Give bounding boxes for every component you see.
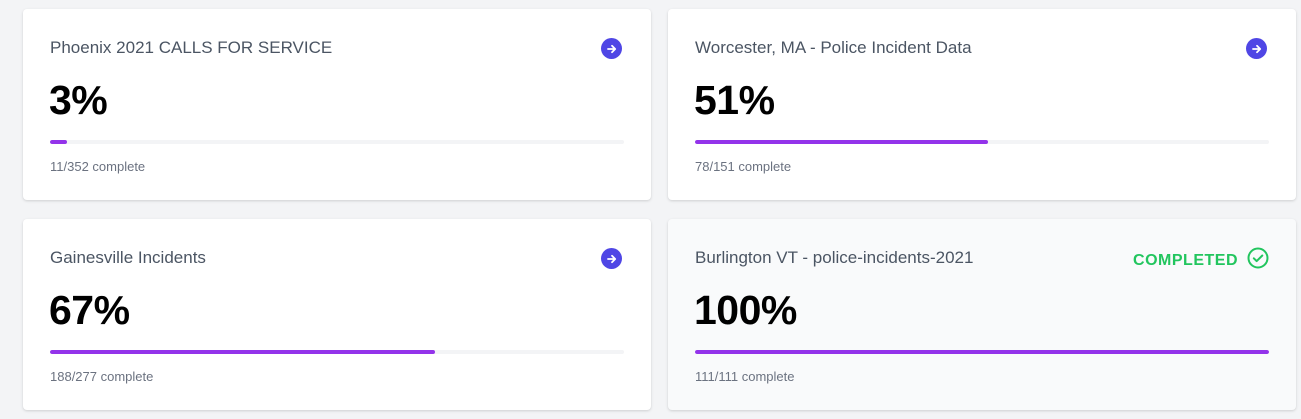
dataset-progress-grid: Phoenix 2021 CALLS FOR SERVICE 3% 11/352… bbox=[0, 0, 1301, 419]
progress-bar bbox=[50, 140, 624, 144]
dataset-title: Burlington VT - police-incidents-2021 bbox=[695, 248, 974, 267]
progress-bar-fill bbox=[695, 140, 988, 144]
progress-bar bbox=[50, 350, 624, 354]
progress-count: 11/352 complete bbox=[50, 159, 146, 174]
progress-bar-fill bbox=[50, 140, 68, 144]
progress-count: 188/277 complete bbox=[50, 369, 154, 384]
dataset-card[interactable]: Phoenix 2021 CALLS FOR SERVICE 3% 11/352… bbox=[23, 9, 651, 200]
progress-bar-fill bbox=[50, 350, 435, 354]
check-circle-icon bbox=[1247, 247, 1269, 274]
progress-count: 78/151 complete bbox=[695, 159, 792, 174]
completed-badge: COMPLETED bbox=[1133, 251, 1238, 269]
arrow-right-circle-icon[interactable] bbox=[1246, 38, 1267, 59]
progress-bar bbox=[695, 350, 1269, 354]
progress-count: 111/111 complete bbox=[695, 369, 795, 384]
dataset-title: Worcester, MA - Police Incident Data bbox=[695, 38, 972, 57]
progress-percent: 3% bbox=[49, 77, 108, 123]
dataset-card[interactable]: Burlington VT - police-incidents-2021 CO… bbox=[668, 219, 1296, 410]
dataset-title: Gainesville Incidents bbox=[50, 248, 206, 267]
dataset-card[interactable]: Gainesville Incidents 67% 188/277 comple… bbox=[23, 219, 651, 410]
progress-bar-fill bbox=[695, 350, 1269, 354]
progress-percent: 100% bbox=[694, 287, 797, 333]
progress-percent: 51% bbox=[694, 77, 775, 123]
dataset-title: Phoenix 2021 CALLS FOR SERVICE bbox=[50, 38, 333, 57]
dataset-card[interactable]: Worcester, MA - Police Incident Data 51%… bbox=[668, 9, 1296, 200]
arrow-right-circle-icon[interactable] bbox=[601, 248, 622, 269]
arrow-right-circle-icon[interactable] bbox=[601, 38, 622, 59]
progress-bar bbox=[695, 140, 1269, 144]
progress-percent: 67% bbox=[49, 287, 130, 333]
completed-status: COMPLETED bbox=[1133, 247, 1269, 274]
